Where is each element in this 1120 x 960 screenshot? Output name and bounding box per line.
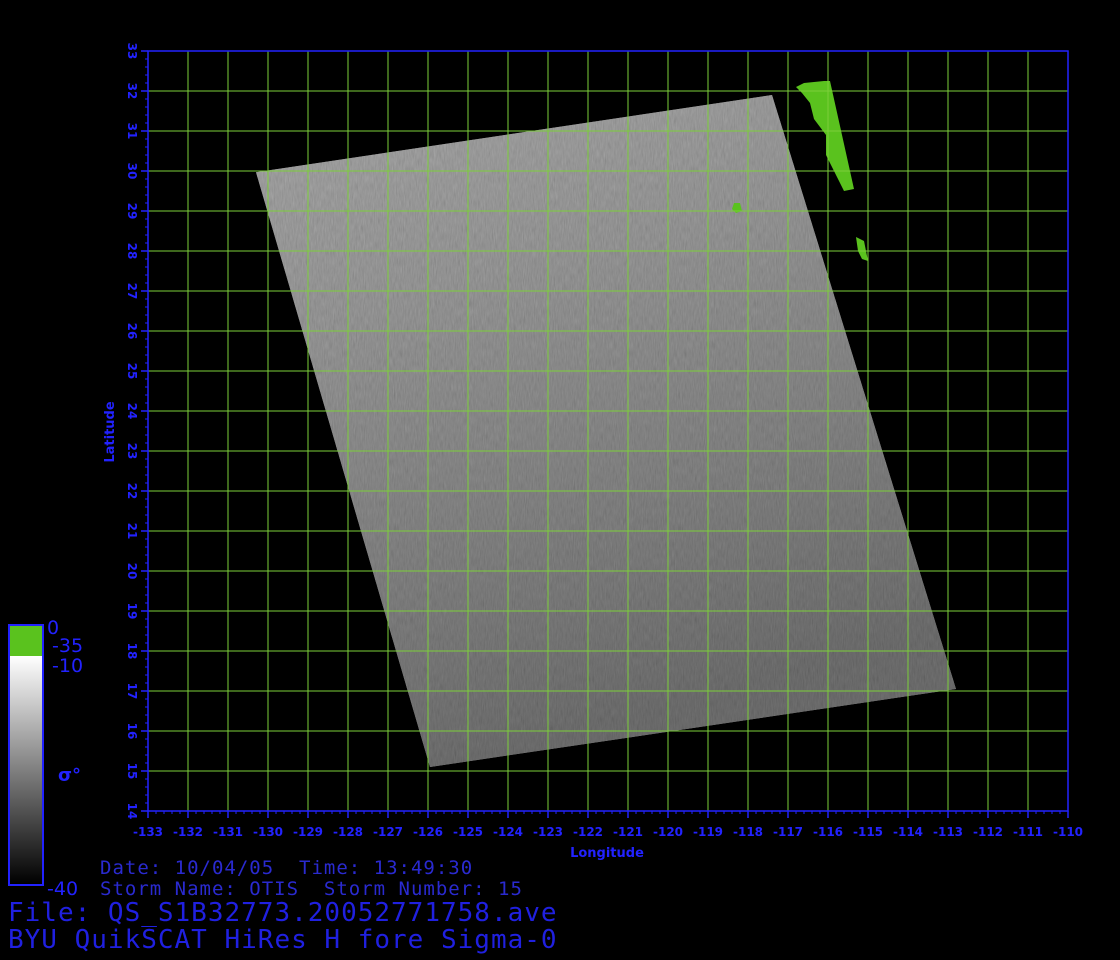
lat-tick-label: 24: [125, 403, 139, 420]
lat-tick-label: 21: [125, 523, 139, 540]
land-baja-coast: [796, 81, 854, 191]
colorbar-gradient: [10, 656, 42, 884]
lon-tick-label: -132: [173, 825, 203, 839]
latitude-ticks: 14 15 16 17 18 19 20 21 22 23 24 25 26 27 28 29 30 31 32 33: [125, 43, 148, 820]
lon-tick-label: -130: [253, 825, 283, 839]
x-axis-label: Longitude: [570, 846, 644, 861]
lat-tick-label: 31: [125, 123, 139, 140]
lon-tick-label: -117: [773, 825, 803, 839]
lon-tick-label: -115: [853, 825, 883, 839]
lon-tick-label: -124: [493, 825, 523, 839]
lat-tick-label: 28: [125, 243, 139, 260]
lon-tick-label: -114: [893, 825, 923, 839]
lon-tick-label: -128: [333, 825, 363, 839]
colorbar: 0 -35 -10 σ° -40: [8, 617, 83, 900]
lon-tick-label: -120: [653, 825, 683, 839]
lat-tick-label: 15: [125, 763, 139, 780]
lat-tick-label: 29: [125, 203, 139, 220]
storm-line: Storm Name: OTIS Storm Number: 15: [100, 878, 523, 900]
date-time-line: Date: 10/04/05 Time: 13:49:30: [100, 857, 474, 879]
lat-tick-label: 30: [125, 163, 139, 180]
colorbar-label-low: -40: [47, 878, 78, 900]
lat-tick-label: 18: [125, 643, 139, 660]
lon-tick-label: -110: [1053, 825, 1083, 839]
lon-tick-label: -125: [453, 825, 483, 839]
lon-tick-label: -121: [613, 825, 643, 839]
sigma0-map: -133 -132 -131 -130 -129 -128 -127 -126 -125 -124…: [8, 43, 1083, 900]
lon-tick-label: -126: [413, 825, 443, 839]
colorbar-units-label: σ°: [58, 765, 81, 786]
lat-tick-label: 23: [125, 443, 139, 460]
longitude-ticks: -133 -132 -131 -130 -129 -128 -127 -126 -125 -124…: [133, 811, 1083, 839]
lon-tick-label: -131: [213, 825, 243, 839]
lat-tick-label: 14: [125, 803, 139, 820]
lat-tick-label: 17: [125, 683, 139, 700]
lon-tick-label: -119: [693, 825, 723, 839]
lon-tick-label: -129: [293, 825, 323, 839]
product-title-line: BYU QuikSCAT HiRes H fore Sigma-0: [8, 925, 558, 955]
lat-tick-label: 19: [125, 603, 139, 620]
land-cedros-area: [856, 237, 868, 261]
colorbar-label-land: -35: [52, 635, 83, 657]
lon-tick-label: -123: [533, 825, 563, 839]
lon-tick-label: -112: [973, 825, 1003, 839]
colorbar-label-high: -10: [52, 655, 83, 677]
lon-tick-label: -111: [1013, 825, 1043, 839]
lat-tick-label: 27: [125, 283, 139, 300]
lat-tick-label: 16: [125, 723, 139, 740]
lon-tick-label: -113: [933, 825, 963, 839]
swath-image: [256, 95, 956, 767]
lon-tick-label: -116: [813, 825, 843, 839]
lon-tick-label: -122: [573, 825, 603, 839]
lat-tick-label: 26: [125, 323, 139, 340]
sigma0-swath: [256, 81, 956, 767]
lon-tick-label: -118: [733, 825, 763, 839]
lat-tick-label: 22: [125, 483, 139, 500]
colorbar-land-swatch: [10, 626, 42, 656]
lat-tick-label: 33: [125, 43, 139, 60]
file-name-line: File: QS_S1B32773.20052771758.ave: [8, 898, 558, 928]
lat-tick-label: 20: [125, 563, 139, 580]
y-axis-label: Latitude: [103, 401, 118, 463]
lon-tick-label: -127: [373, 825, 403, 839]
lat-tick-label: 25: [125, 363, 139, 380]
lat-tick-label: 32: [125, 83, 139, 100]
lon-tick-label: -133: [133, 825, 163, 839]
